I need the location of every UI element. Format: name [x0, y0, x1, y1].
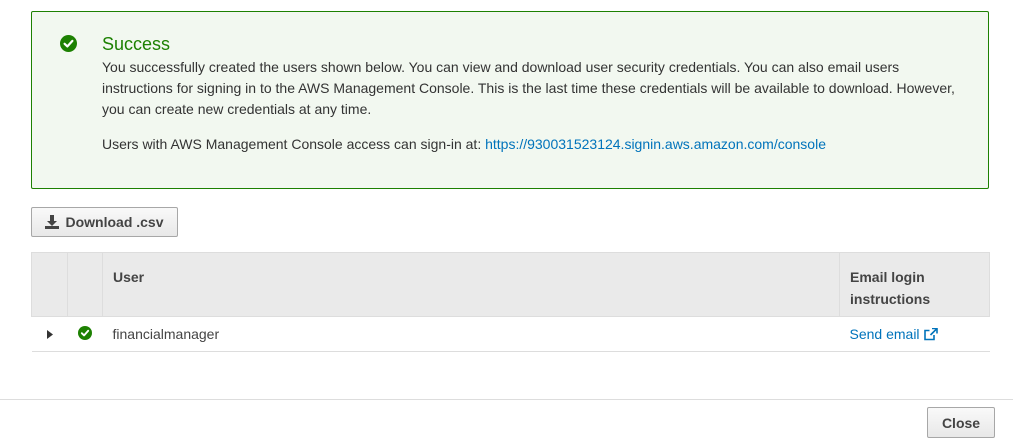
success-alert: Success You successfully created the use…: [31, 11, 989, 189]
alert-title: Success: [102, 34, 171, 54]
check-circle-icon: [60, 35, 77, 52]
check-circle-icon: [78, 325, 92, 340]
table-header-row: User Email login instructions: [31, 252, 990, 317]
external-link-icon: [923, 327, 938, 340]
send-email-label: Send email: [849, 326, 920, 342]
expand-column-header: [31, 252, 68, 317]
expand-toggle[interactable]: [31, 316, 68, 352]
footer-divider: [0, 399, 1013, 400]
email-cell: Send email: [839, 316, 990, 352]
send-email-link[interactable]: Send email: [850, 326, 938, 342]
close-button[interactable]: Close: [927, 407, 995, 438]
user-name: financialmanager: [102, 316, 840, 352]
caret-right-icon: [46, 330, 53, 339]
status-column-header: [67, 252, 103, 317]
alert-message: You successfully created the users shown…: [102, 59, 955, 117]
signin-url-link[interactable]: https://930031523124.signin.aws.amazon.c…: [485, 136, 826, 152]
email-header-line2: instructions: [850, 291, 931, 307]
table-row: financialmanager Send email: [31, 316, 990, 352]
email-column-header: Email login instructions: [839, 252, 990, 317]
download-icon: [45, 215, 60, 229]
user-column-header: User: [102, 252, 840, 317]
row-status: [67, 316, 103, 352]
signin-label: Users with AWS Management Console access…: [102, 136, 486, 152]
users-table: User Email login instructions financialma…: [31, 252, 990, 352]
download-csv-button[interactable]: Download .csv: [31, 207, 178, 237]
download-csv-label: Download .csv: [65, 214, 164, 230]
signin-text: Users with AWS Management Console access…: [102, 134, 826, 155]
email-header-line1: Email login: [850, 269, 925, 285]
